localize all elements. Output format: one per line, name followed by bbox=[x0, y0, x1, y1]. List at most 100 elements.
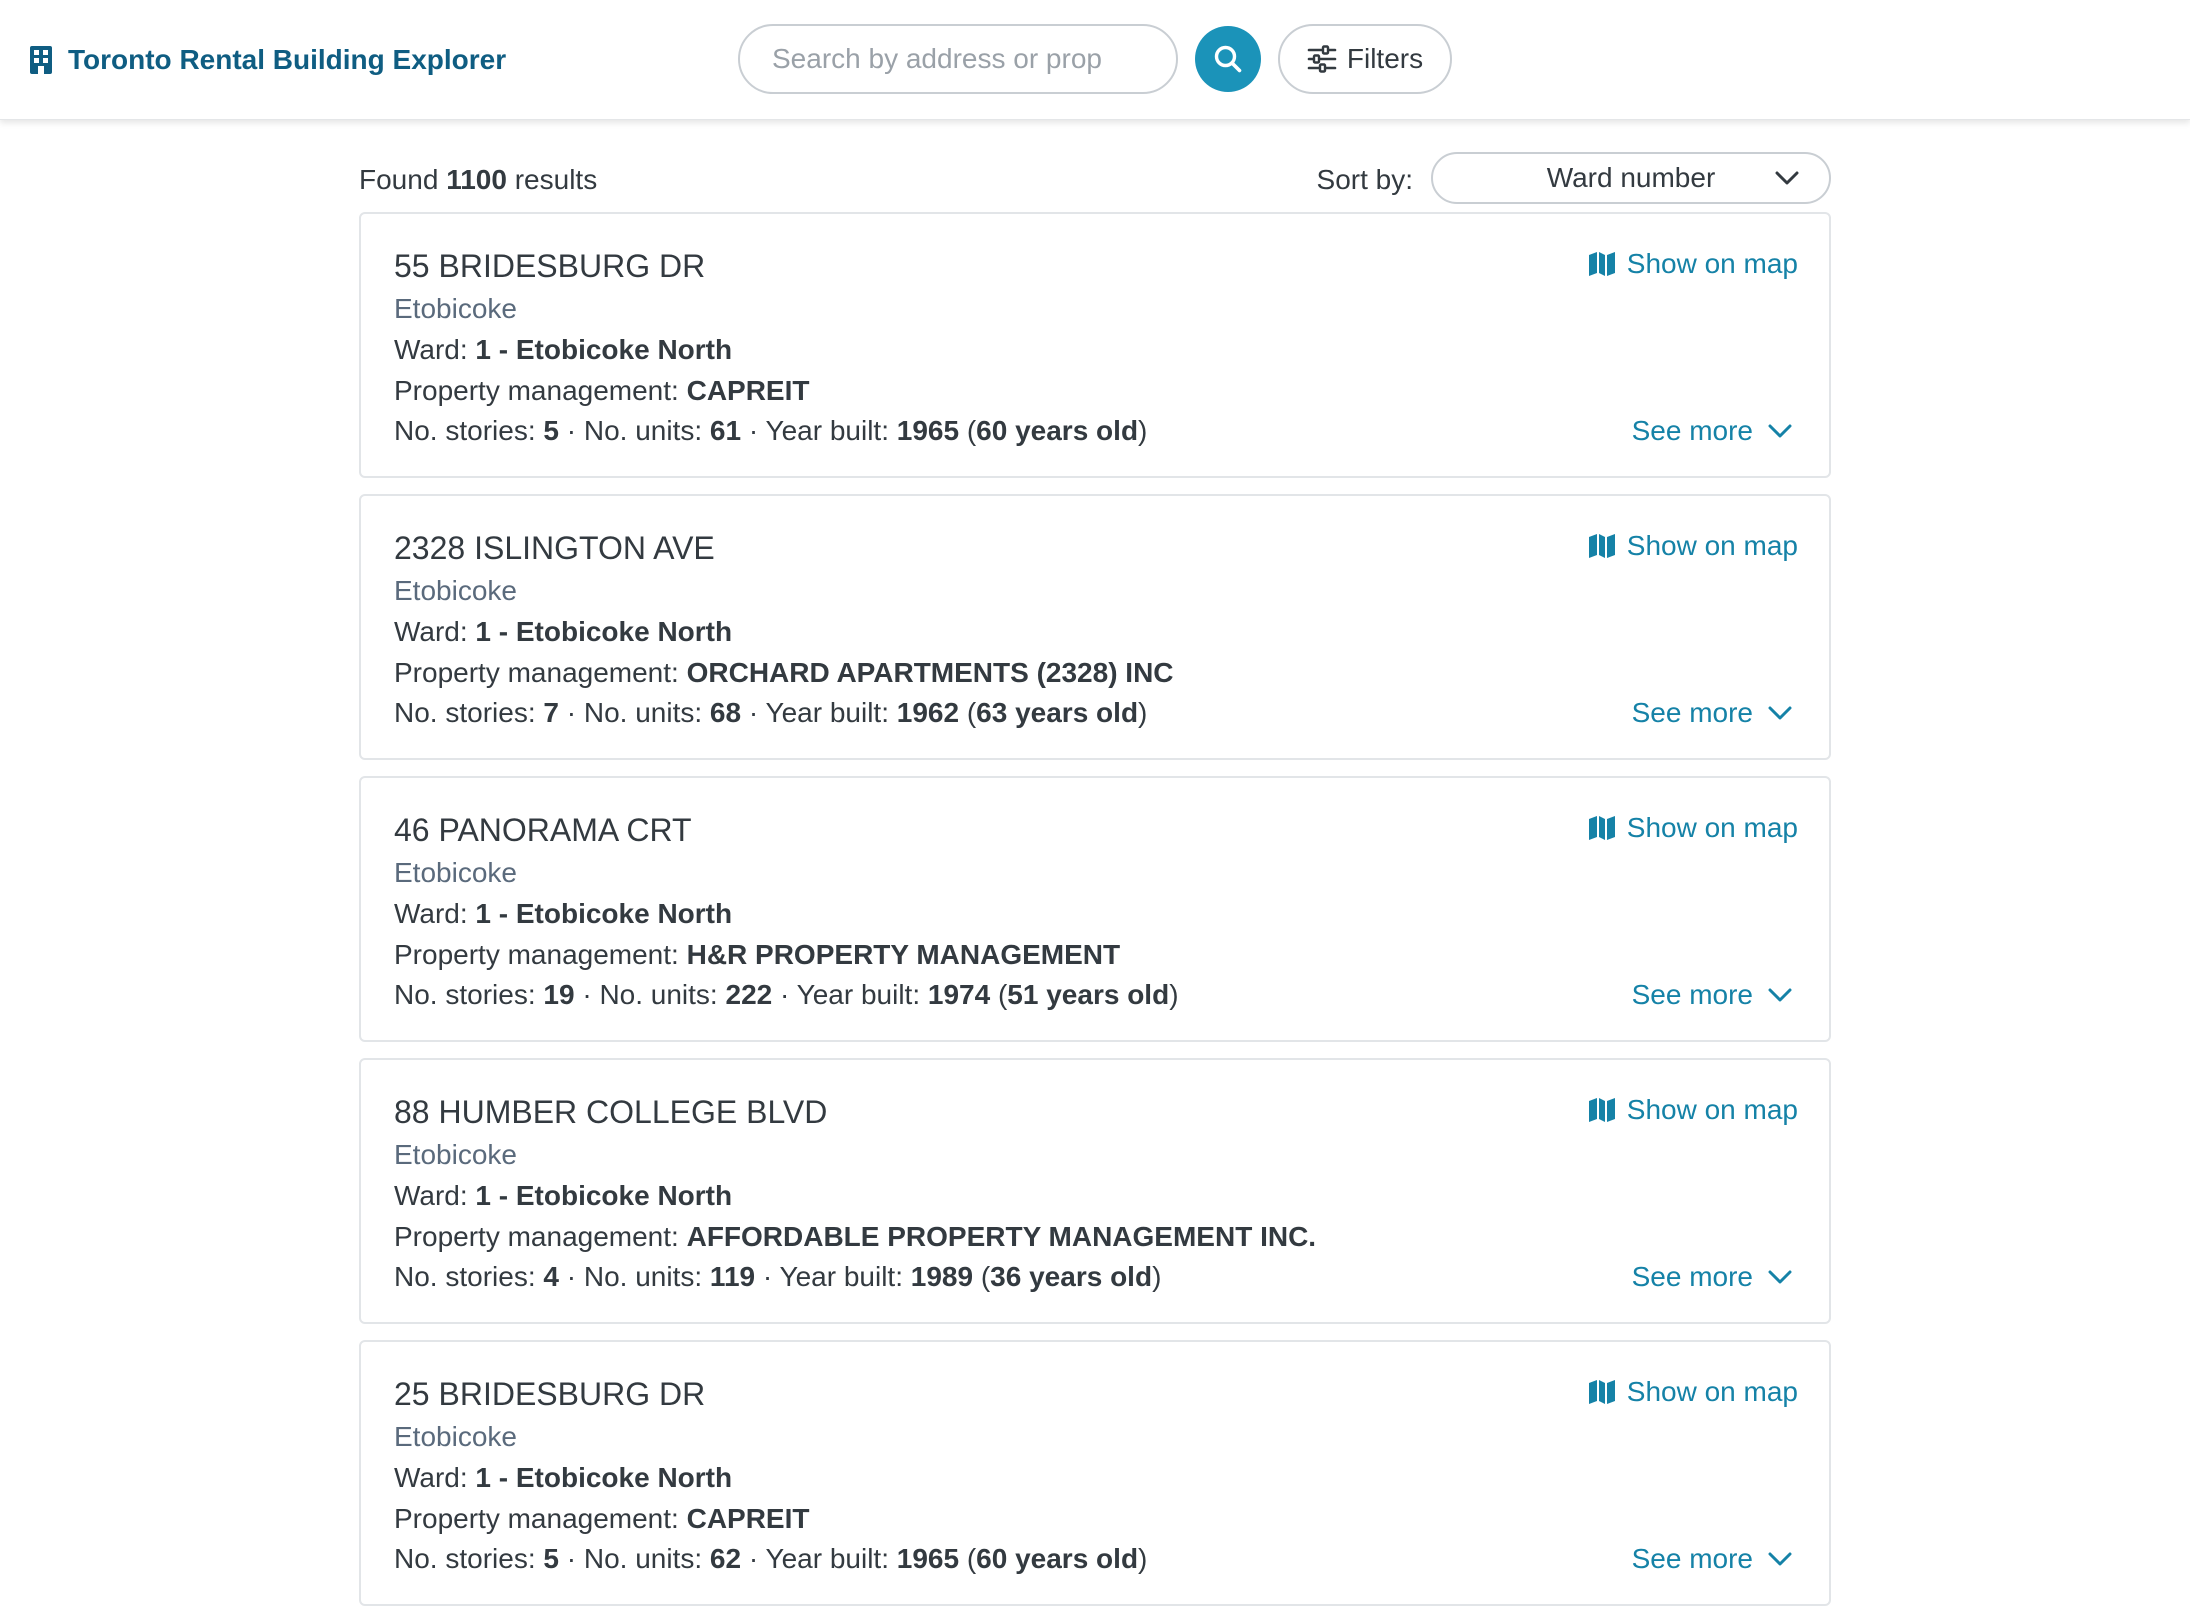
years-old-suffix: years old bbox=[1015, 697, 1139, 728]
ward-label: Ward: bbox=[394, 1462, 468, 1493]
map-icon bbox=[1588, 816, 1615, 840]
building-district: Etobicoke bbox=[394, 293, 517, 324]
results-toolbar: Found 1100 results Sort by: Ward number bbox=[359, 148, 1831, 208]
search-button[interactable] bbox=[1195, 26, 1261, 92]
years-old-suffix: years old bbox=[1046, 979, 1170, 1010]
see-more-label: See more bbox=[1631, 1261, 1753, 1292]
ward-label: Ward: bbox=[394, 898, 468, 929]
year-built-label: Year built: bbox=[765, 415, 889, 446]
show-on-map-label: Show on map bbox=[1626, 248, 1798, 279]
sliders-icon bbox=[1307, 45, 1337, 73]
building-district: Etobicoke bbox=[394, 857, 517, 888]
ward-value: 1 - Etobicoke North bbox=[475, 334, 733, 365]
management-label: Property management: bbox=[394, 939, 679, 970]
stories-label: No. stories: bbox=[394, 1261, 536, 1292]
management-value: CAPREIT bbox=[686, 375, 810, 406]
filters-button[interactable]: Filters bbox=[1278, 24, 1452, 94]
map-icon bbox=[1588, 1380, 1615, 1404]
building-district: Etobicoke bbox=[394, 1421, 517, 1452]
building-address: 2328 ISLINGTON AVE bbox=[394, 530, 715, 566]
building-district: Etobicoke bbox=[394, 1139, 517, 1170]
units-value: 222 bbox=[725, 979, 773, 1010]
building-card: 46 PANORAMA CRT Etobicoke Ward: 1 - Etob… bbox=[359, 776, 1831, 1042]
year-built-label: Year built: bbox=[796, 979, 921, 1010]
see-more-toggle[interactable]: See more bbox=[1632, 415, 1793, 447]
see-more-label: See more bbox=[1631, 697, 1753, 728]
management-value: AFFORDABLE PROPERTY MANAGEMENT INC. bbox=[686, 1221, 1317, 1252]
chevron-down-icon bbox=[1768, 1552, 1792, 1566]
brand[interactable]: Toronto Rental Building Explorer bbox=[30, 40, 506, 80]
show-on-map-link[interactable]: Show on map bbox=[1587, 1094, 1798, 1126]
year-built-value: 1974 bbox=[927, 979, 991, 1010]
found-count: 1100 bbox=[446, 164, 507, 195]
show-on-map-link[interactable]: Show on map bbox=[1587, 1376, 1798, 1408]
see-more-label: See more bbox=[1631, 415, 1753, 446]
years-old-value: 60 bbox=[976, 415, 1008, 446]
map-icon bbox=[1588, 534, 1615, 558]
stats-line: No. stories: 5 · No. units: 62 · Year bu… bbox=[394, 1543, 1148, 1574]
units-value: 68 bbox=[709, 697, 742, 728]
ward-value: 1 - Etobicoke North bbox=[475, 898, 733, 929]
management-line: Property management: H&R PROPERTY MANAGE… bbox=[394, 939, 1120, 971]
chevron-down-icon bbox=[1775, 171, 1799, 185]
see-more-toggle[interactable]: See more bbox=[1632, 1261, 1793, 1293]
management-line: Property management: CAPREIT bbox=[394, 1503, 810, 1535]
chevron-down-icon bbox=[1768, 1270, 1792, 1284]
sort-label: Sort by: bbox=[1316, 164, 1413, 195]
ward-line: Ward: 1 - Etobicoke North bbox=[394, 616, 732, 648]
search-input[interactable] bbox=[738, 24, 1178, 94]
building-icon bbox=[30, 46, 52, 74]
found-prefix: Found bbox=[359, 164, 439, 195]
stories-value: 7 bbox=[543, 697, 559, 728]
stats-line: No. stories: 19 · No. units: 222 · Year … bbox=[394, 979, 1179, 1010]
units-value: 61 bbox=[709, 415, 742, 446]
units-label: No. units: bbox=[583, 1543, 703, 1574]
years-old-value: 60 bbox=[976, 1543, 1008, 1574]
building-card: 2328 ISLINGTON AVE Etobicoke Ward: 1 - E… bbox=[359, 494, 1831, 760]
management-label: Property management: bbox=[394, 1503, 679, 1534]
building-card: 88 HUMBER COLLEGE BLVD Etobicoke Ward: 1… bbox=[359, 1058, 1831, 1324]
stories-value: 5 bbox=[543, 415, 559, 446]
year-built-value: 1965 bbox=[896, 415, 960, 446]
stats-line: No. stories: 4 · No. units: 119 · Year b… bbox=[394, 1261, 1162, 1292]
stories-label: No. stories: bbox=[394, 1543, 536, 1574]
management-value: ORCHARD APARTMENTS (2328) INC bbox=[686, 657, 1174, 688]
year-built-label: Year built: bbox=[765, 1543, 889, 1574]
management-value: H&R PROPERTY MANAGEMENT bbox=[686, 939, 1121, 970]
ward-value: 1 - Etobicoke North bbox=[475, 1462, 733, 1493]
stats-line: No. stories: 7 · No. units: 68 · Year bu… bbox=[394, 697, 1148, 728]
management-value: CAPREIT bbox=[686, 1503, 810, 1534]
units-label: No. units: bbox=[583, 415, 703, 446]
show-on-map-label: Show on map bbox=[1626, 1376, 1798, 1407]
units-label: No. units: bbox=[583, 697, 703, 728]
management-label: Property management: bbox=[394, 1221, 679, 1252]
show-on-map-link[interactable]: Show on map bbox=[1587, 530, 1798, 562]
sort-value: Ward number bbox=[1546, 162, 1716, 193]
results-list: 55 BRIDESBURG DR Etobicoke Ward: 1 - Eto… bbox=[359, 212, 1831, 1622]
app-title: Toronto Rental Building Explorer bbox=[68, 44, 507, 75]
see-more-toggle[interactable]: See more bbox=[1632, 1543, 1793, 1575]
see-more-toggle[interactable]: See more bbox=[1632, 697, 1793, 729]
units-label: No. units: bbox=[599, 979, 718, 1010]
see-more-toggle[interactable]: See more bbox=[1632, 979, 1793, 1011]
years-old-value: 51 bbox=[1007, 979, 1039, 1010]
years-old-suffix: years old bbox=[1029, 1261, 1153, 1292]
year-built-value: 1965 bbox=[896, 1543, 960, 1574]
stories-label: No. stories: bbox=[394, 415, 536, 446]
show-on-map-label: Show on map bbox=[1626, 530, 1798, 561]
chevron-down-icon bbox=[1768, 706, 1792, 720]
search-icon bbox=[1214, 45, 1242, 73]
show-on-map-link[interactable]: Show on map bbox=[1587, 812, 1798, 844]
show-on-map-link[interactable]: Show on map bbox=[1587, 248, 1798, 280]
sort-select[interactable]: Ward number bbox=[1431, 152, 1831, 204]
management-line: Property management: ORCHARD APARTMENTS … bbox=[394, 657, 1174, 689]
stories-label: No. stories: bbox=[394, 697, 536, 728]
ward-label: Ward: bbox=[394, 1180, 468, 1211]
ward-value: 1 - Etobicoke North bbox=[475, 616, 733, 647]
ward-label: Ward: bbox=[394, 334, 468, 365]
ward-line: Ward: 1 - Etobicoke North bbox=[394, 334, 732, 366]
building-district: Etobicoke bbox=[394, 575, 517, 606]
app-header: Toronto Rental Building Explorer Filters bbox=[0, 0, 2190, 120]
building-address: 88 HUMBER COLLEGE BLVD bbox=[394, 1094, 828, 1130]
show-on-map-label: Show on map bbox=[1626, 812, 1798, 843]
